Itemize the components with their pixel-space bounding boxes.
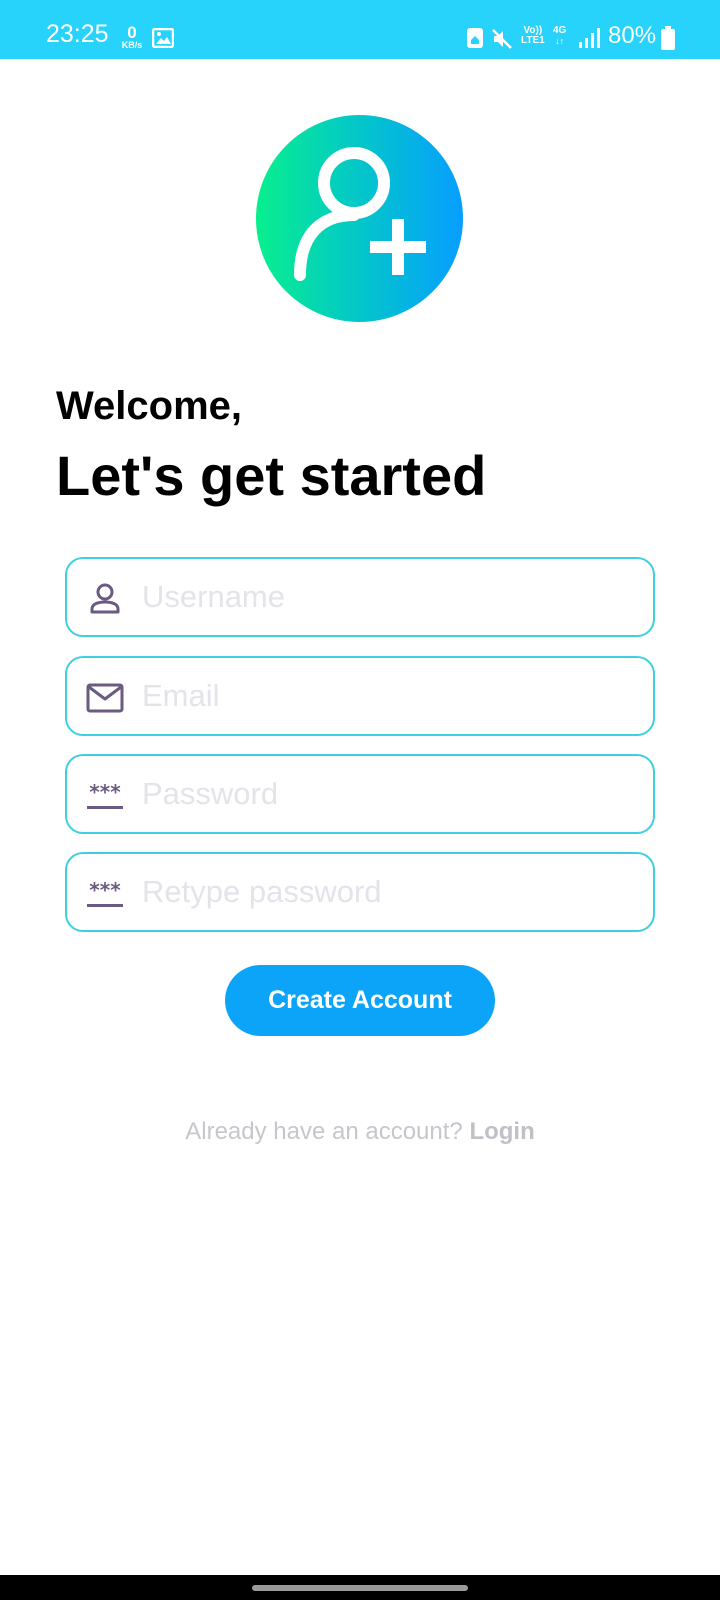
user-icon: [90, 583, 120, 614]
battery-level: 80%: [608, 22, 657, 49]
username-input[interactable]: [142, 569, 642, 625]
password-icon: ***: [87, 780, 123, 809]
mail-icon: [86, 683, 124, 713]
svg-text:***: ***: [89, 878, 121, 902]
volte-line2: LTE1: [521, 35, 545, 46]
home-gesture-handle[interactable]: [252, 1585, 468, 1591]
svg-text:***: ***: [89, 780, 121, 804]
retype-password-input[interactable]: [142, 864, 642, 920]
page-title: Let's get started: [56, 444, 487, 507]
email-input[interactable]: [142, 668, 642, 724]
password-icon: ***: [87, 878, 123, 907]
signal-icon: [579, 28, 600, 48]
status-time: 23:25: [46, 20, 109, 48]
navigation-bar: [0, 1575, 720, 1600]
username-field[interactable]: [65, 557, 655, 637]
battery-icon: [661, 26, 675, 50]
create-account-button[interactable]: Create Account: [225, 965, 495, 1036]
email-field[interactable]: [65, 656, 655, 736]
network-type: 4G ↓↑: [553, 25, 567, 47]
add-user-icon: [294, 147, 426, 281]
status-bar: 23:25 0 KB/s Vo)) LTE1 4G ↓↑ 80%: [0, 0, 720, 59]
password-field[interactable]: ***: [65, 754, 655, 834]
login-prompt-text: Already have an account?: [185, 1118, 470, 1145]
password-input[interactable]: [142, 766, 642, 822]
net-speed: 0 KB/s: [118, 24, 146, 50]
login-prompt: Already have an account? Login: [0, 1118, 720, 1146]
login-link[interactable]: Login: [469, 1118, 534, 1145]
retype-password-field[interactable]: ***: [65, 852, 655, 932]
avatar: [256, 115, 463, 322]
network-type-label: 4G: [553, 25, 567, 36]
volte-indicator: Vo)) LTE1: [521, 26, 545, 46]
welcome-text: Welcome,: [56, 384, 242, 428]
net-speed-unit: KB/s: [121, 40, 143, 50]
gallery-icon: [152, 28, 174, 48]
mute-icon: [492, 29, 512, 49]
home-wifi-icon: [467, 28, 483, 48]
net-speed-value: 0: [127, 23, 137, 42]
